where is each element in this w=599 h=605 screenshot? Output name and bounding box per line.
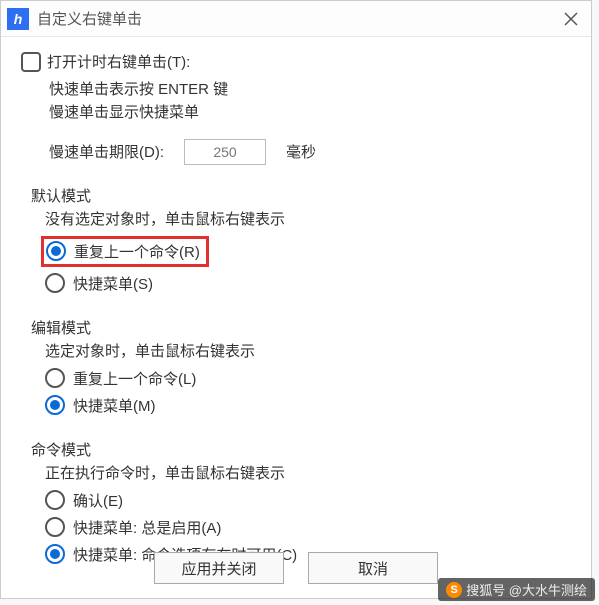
- close-button[interactable]: [551, 1, 591, 37]
- default-mode-title: 默认模式: [31, 185, 571, 206]
- window-title: 自定义右键单击: [37, 8, 551, 29]
- sohu-icon: S: [446, 582, 462, 598]
- slow-click-unit: 毫秒: [286, 141, 316, 162]
- default-mode-menu-row[interactable]: 快捷菜单(S): [45, 270, 571, 297]
- cmd-mode-enter-radio[interactable]: [45, 490, 65, 510]
- cmd-mode-title: 命令模式: [31, 439, 571, 460]
- default-mode-desc: 没有选定对象时，单击鼠标右键表示: [45, 208, 571, 229]
- cmd-mode-section: 命令模式 正在执行命令时，单击鼠标右键表示 确认(E) 快捷菜单: 总是启用(A…: [21, 439, 571, 568]
- edit-mode-repeat-row[interactable]: 重复上一个命令(L): [45, 365, 571, 392]
- close-icon: [564, 12, 578, 26]
- slow-click-desc: 慢速单击显示快捷菜单: [49, 101, 571, 124]
- enable-timed-click-label: 打开计时右键单击(T):: [47, 51, 190, 72]
- edit-mode-repeat-radio[interactable]: [45, 368, 65, 388]
- apply-close-button[interactable]: 应用并关闭: [154, 552, 284, 584]
- default-mode-section: 默认模式 没有选定对象时，单击鼠标右键表示 重复上一个命令(R) 快捷菜单(S): [21, 185, 571, 297]
- dialog-window: h 自定义右键单击 打开计时右键单击(T): 快速单击表示按 ENTER 键 慢…: [0, 0, 592, 599]
- enable-timed-click-checkbox[interactable]: [21, 52, 41, 72]
- app-icon: h: [7, 8, 29, 30]
- fast-click-desc: 快速单击表示按 ENTER 键: [49, 78, 571, 101]
- edit-mode-repeat-label: 重复上一个命令(L): [73, 368, 196, 389]
- watermark-text: 搜狐号 @大水牛测绘: [466, 580, 587, 599]
- cmd-mode-enter-label: 确认(E): [73, 490, 123, 511]
- dialog-content: 打开计时右键单击(T): 快速单击表示按 ENTER 键 慢速单击显示快捷菜单 …: [1, 37, 591, 568]
- default-mode-repeat-row[interactable]: 重复上一个命令(R): [45, 233, 571, 270]
- edit-mode-section: 编辑模式 选定对象时，单击鼠标右键表示 重复上一个命令(L) 快捷菜单(M): [21, 317, 571, 419]
- slow-click-limit-label: 慢速单击期限(D):: [49, 141, 164, 162]
- default-mode-repeat-radio[interactable]: [46, 241, 66, 261]
- edit-mode-menu-radio[interactable]: [45, 395, 65, 415]
- watermark: S 搜狐号 @大水牛测绘: [438, 578, 595, 601]
- cmd-mode-menu-always-row[interactable]: 快捷菜单: 总是启用(A): [45, 514, 571, 541]
- enable-timed-click-row[interactable]: 打开计时右键单击(T):: [21, 51, 571, 72]
- edit-mode-menu-label: 快捷菜单(M): [73, 395, 156, 416]
- cmd-mode-enter-row[interactable]: 确认(E): [45, 487, 571, 514]
- default-mode-menu-radio[interactable]: [45, 273, 65, 293]
- slow-click-limit-input[interactable]: [184, 139, 266, 165]
- cmd-mode-desc: 正在执行命令时，单击鼠标右键表示: [45, 462, 571, 483]
- cmd-mode-menu-always-label: 快捷菜单: 总是启用(A): [73, 517, 221, 538]
- edit-mode-menu-row[interactable]: 快捷菜单(M): [45, 392, 571, 419]
- cancel-button[interactable]: 取消: [308, 552, 438, 584]
- slow-click-limit-row: 慢速单击期限(D): 毫秒: [49, 139, 571, 165]
- edit-mode-title: 编辑模式: [31, 317, 571, 338]
- default-mode-menu-label: 快捷菜单(S): [73, 273, 153, 294]
- highlight-box: 重复上一个命令(R): [41, 236, 209, 267]
- titlebar: h 自定义右键单击: [1, 1, 591, 37]
- cmd-mode-menu-always-radio[interactable]: [45, 517, 65, 537]
- default-mode-repeat-label: 重复上一个命令(R): [74, 241, 200, 262]
- edit-mode-desc: 选定对象时，单击鼠标右键表示: [45, 340, 571, 361]
